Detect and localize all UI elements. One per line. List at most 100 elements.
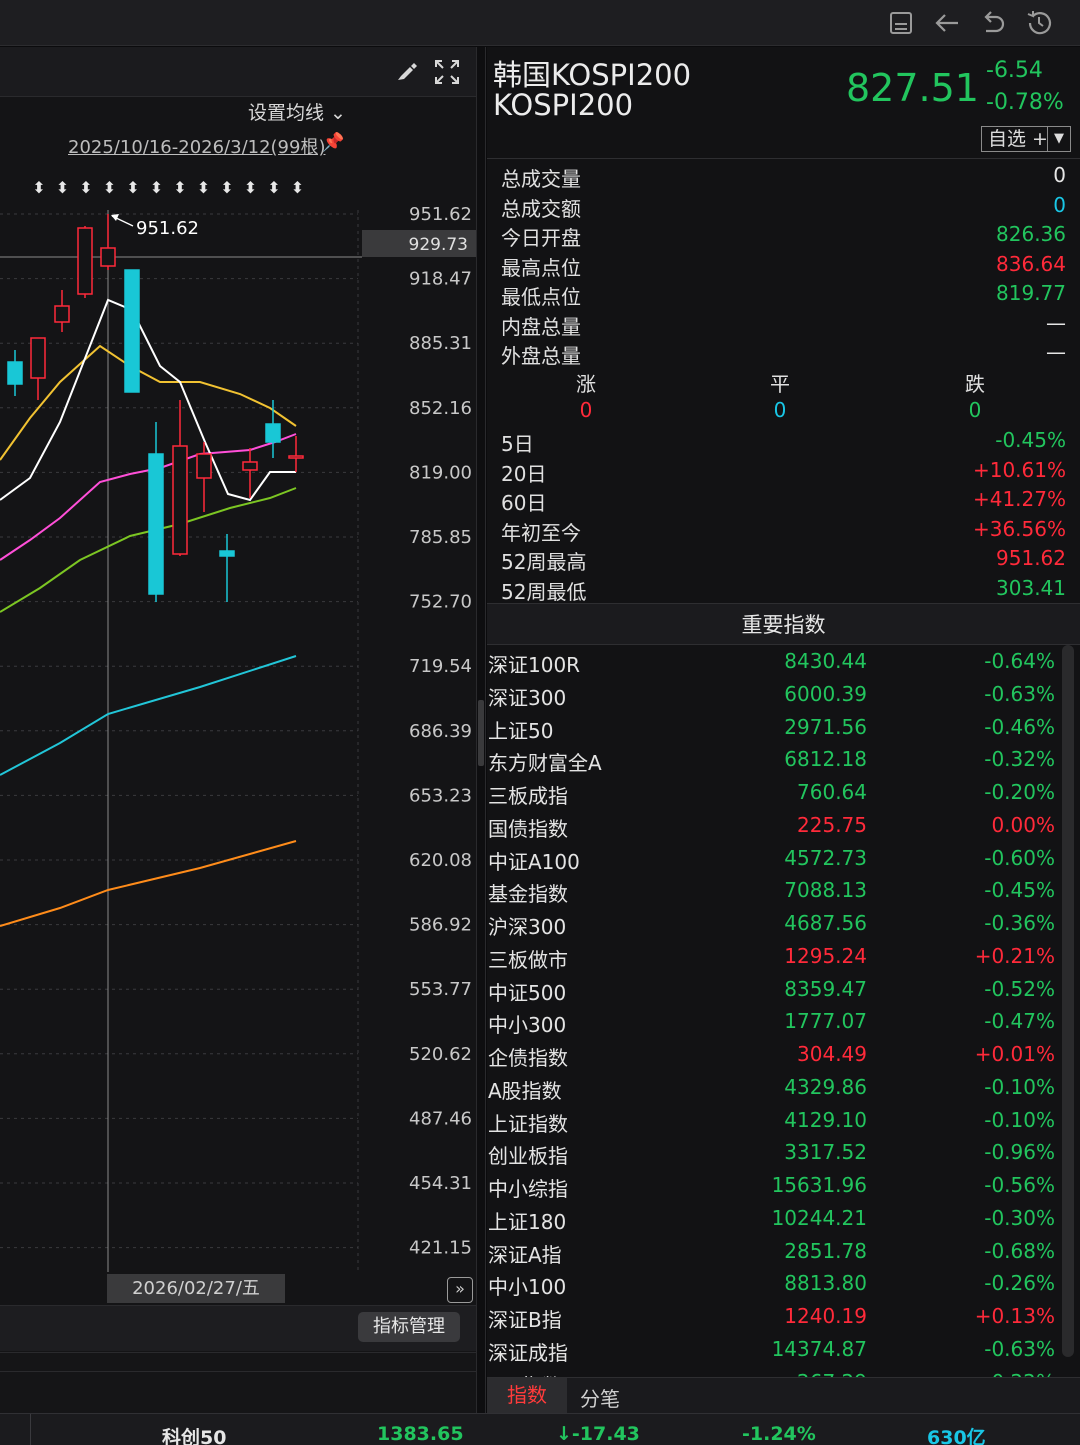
index-price: 8359.47 xyxy=(784,976,867,1001)
kline-chart[interactable]: 951.62 918.47 885.31 852.16 819.00 785.85 752.… xyxy=(0,160,476,1272)
index-row[interactable]: 基金指数 7088.13 -0.45% xyxy=(487,874,1062,907)
index-change: -0.46% xyxy=(984,714,1055,739)
stat-value: 0 xyxy=(1053,163,1066,187)
index-row[interactable]: 深证100R 8430.44 -0.64% xyxy=(487,645,1062,678)
y-tick-label: 785.85 xyxy=(409,527,472,548)
y-tick-label: 918.47 xyxy=(409,269,472,290)
index-row[interactable]: 深证B指 1240.19 +0.13% xyxy=(487,1300,1062,1333)
status-price: 1383.65 xyxy=(377,1423,464,1445)
flat-count: 0 xyxy=(773,398,787,422)
index-name-en: KOSPI200 xyxy=(493,88,634,122)
index-row[interactable]: 三板成指 760.64 -0.20% xyxy=(487,776,1062,809)
splitter-handle[interactable] xyxy=(478,700,484,766)
index-row[interactable]: 东方财富全A 6812.18 -0.32% xyxy=(487,743,1062,776)
index-row[interactable]: 上证指数 4129.10 -0.10% xyxy=(487,1104,1062,1137)
indices-list[interactable]: 深证100R 8430.44 -0.64% 深证300 6000.39 -0.63% 上证5… xyxy=(487,645,1062,1377)
top-bar xyxy=(0,0,1080,46)
candle-down xyxy=(265,423,281,443)
index-row[interactable]: 中小300 1777.07 -0.47% xyxy=(487,1005,1062,1038)
index-change: +0.01% xyxy=(974,1042,1055,1066)
stat-row: 最低点位 819.77 xyxy=(500,279,1066,309)
index-change: -0.36% xyxy=(984,911,1055,935)
stat-label: 最低点位 xyxy=(501,285,581,309)
candle-down xyxy=(124,269,140,393)
index-row[interactable]: 深证A指 2851.78 -0.68% xyxy=(487,1235,1062,1268)
index-row[interactable]: 中小100 8813.80 -0.26% xyxy=(487,1267,1062,1300)
index-name: 深证成指 xyxy=(488,1340,568,1365)
history-icon[interactable] xyxy=(1024,8,1054,38)
index-name: 深证300 xyxy=(488,685,567,710)
index-row[interactable]: 深证300 6000.39 -0.63% xyxy=(487,678,1062,711)
period-row: 年初至今 +36.56% xyxy=(500,515,1066,545)
index-row[interactable]: B股指数 267.29 -0.22% xyxy=(487,1366,1062,1378)
period-row: 60日 +41.27% xyxy=(500,485,1066,515)
event-marker-icon: ⬍ xyxy=(32,178,45,197)
index-row[interactable]: 沪深300 4687.56 -0.36% xyxy=(487,907,1062,940)
index-row[interactable]: 深证成指 14374.87 -0.63% xyxy=(487,1333,1062,1366)
stat-row: 总成交额 0 xyxy=(500,191,1066,221)
index-price: 1777.07 xyxy=(784,1009,867,1034)
chevron-down-icon[interactable]: ▼ xyxy=(1047,127,1070,151)
stat-label: 内盘总量 xyxy=(501,314,581,339)
pin-icon[interactable]: 📌 xyxy=(322,132,344,153)
ma-setting-button[interactable]: 设置均线 ⌄ xyxy=(248,98,346,125)
index-row[interactable]: 创业板指 3317.52 -0.96% xyxy=(487,1136,1062,1169)
tab-ticks[interactable]: 分笔 xyxy=(580,1383,620,1412)
indicator-management-button[interactable]: 指标管理 xyxy=(358,1312,460,1342)
fullscreen-icon[interactable] xyxy=(432,57,462,87)
undo-icon[interactable] xyxy=(978,8,1008,38)
event-marker-icon: ⬍ xyxy=(244,178,257,197)
index-name: 企债指数 xyxy=(488,1046,568,1070)
expand-icon[interactable]: » xyxy=(447,1277,473,1303)
stat-row: 内盘总量 — xyxy=(500,309,1066,339)
index-change: +0.13% xyxy=(974,1304,1055,1328)
candle-down xyxy=(219,550,235,557)
ma-line-orange xyxy=(0,840,297,927)
reading-icon[interactable] xyxy=(886,8,916,38)
brush-icon[interactable] xyxy=(390,57,420,87)
status-index-name[interactable]: 科创50 xyxy=(162,1423,226,1445)
back-arrow-icon[interactable] xyxy=(932,8,962,38)
period-value: -0.45% xyxy=(995,428,1066,452)
index-row[interactable]: A股指数 4329.86 -0.10% xyxy=(487,1071,1062,1104)
index-price: 2971.56 xyxy=(784,714,867,739)
candle-up xyxy=(100,247,116,267)
index-price: 4687.56 xyxy=(784,911,867,935)
index-row[interactable]: 企债指数 304.49 +0.01% xyxy=(487,1038,1062,1071)
index-row[interactable]: 中证A100 4572.73 -0.60% xyxy=(487,842,1062,875)
index-price: 3317.52 xyxy=(784,1140,867,1165)
stat-value: 826.36 xyxy=(996,222,1066,246)
indices-scrollbar[interactable] xyxy=(1062,645,1074,1357)
stat-label: 总成交额 xyxy=(501,196,581,221)
index-row[interactable]: 中小综指 15631.96 -0.56% xyxy=(487,1169,1062,1202)
index-price: 1295.24 xyxy=(784,943,867,968)
index-row[interactable]: 中证500 8359.47 -0.52% xyxy=(487,973,1062,1006)
period-label: 年初至今 xyxy=(501,520,581,545)
y-tick-label: 885.31 xyxy=(409,333,472,354)
status-bar: 科创50 1383.65 ↓-17.43 -1.24% 630亿 xyxy=(0,1413,1080,1445)
index-row[interactable]: 国债指数 225.75 0.00% xyxy=(487,809,1062,842)
index-change: -0.20% xyxy=(984,780,1055,804)
index-change: -0.32% xyxy=(984,747,1055,772)
period-value: +41.27% xyxy=(972,487,1066,511)
stat-row: 总成交量 0 xyxy=(500,161,1066,191)
index-change: -0.68% xyxy=(984,1238,1055,1263)
index-row[interactable]: 三板做市 1295.24 +0.21% xyxy=(487,940,1062,973)
status-amount: 630亿 xyxy=(927,1427,986,1445)
index-price: 2851.78 xyxy=(784,1238,867,1263)
candle-up xyxy=(77,227,93,295)
index-row[interactable]: 上证180 10244.21 -0.30% xyxy=(487,1202,1062,1235)
stat-row: 今日开盘 826.36 xyxy=(500,220,1066,250)
index-change: 0.00% xyxy=(991,812,1055,837)
period-value: 303.41 xyxy=(996,575,1066,600)
index-row[interactable]: 上证50 2971.56 -0.46% xyxy=(487,711,1062,744)
tab-index[interactable]: 指数 xyxy=(487,1378,567,1413)
y-tick-label: 620.08 xyxy=(409,850,472,871)
index-name: 三板做市 xyxy=(488,947,568,972)
event-markers: ⬍ ⬍ ⬍ ⬍ ⬍ ⬍ ⬍ ⬍ ⬍ ⬍ ⬍ ⬍ xyxy=(32,178,304,197)
date-range-link[interactable]: 2025/10/16-2026/3/12(99根) xyxy=(68,133,325,159)
down-count-label: 跌 xyxy=(965,372,985,396)
index-name: 中证500 xyxy=(488,980,567,1005)
price-change-pct: -0.78% xyxy=(986,90,1064,115)
stat-value: 819.77 xyxy=(996,281,1066,305)
